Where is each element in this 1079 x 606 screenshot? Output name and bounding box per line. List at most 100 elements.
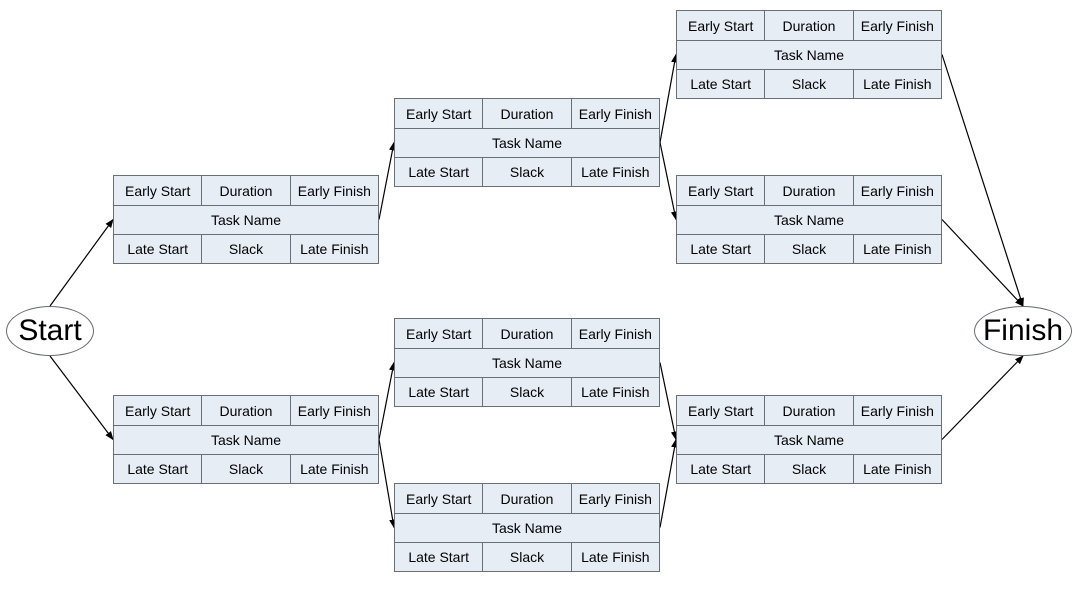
task-row-top: Early StartDurationEarly Finish bbox=[395, 484, 659, 513]
dependency-arrow bbox=[50, 220, 113, 307]
task-row-top: Early StartDurationEarly Finish bbox=[114, 176, 378, 205]
task-node: Early StartDurationEarly FinishTask Name… bbox=[113, 175, 379, 264]
start-label: Start bbox=[18, 314, 81, 348]
duration-label: Duration bbox=[764, 11, 852, 40]
slack-label: Slack bbox=[764, 235, 852, 263]
dependency-arrow bbox=[379, 363, 394, 440]
early-finish-label: Early Finish bbox=[853, 396, 941, 425]
finish-label: Finish bbox=[983, 314, 1063, 348]
slack-label: Slack bbox=[482, 543, 570, 571]
early-finish-label: Early Finish bbox=[853, 176, 941, 205]
task-row-bottom: Late StartSlackLate Finish bbox=[114, 234, 378, 263]
task-name-label: Task Name bbox=[677, 41, 941, 69]
early-finish-label: Early Finish bbox=[571, 484, 659, 513]
early-start-label: Early Start bbox=[114, 176, 201, 205]
task-row-top: Early StartDurationEarly Finish bbox=[395, 99, 659, 128]
duration-label: Duration bbox=[764, 396, 852, 425]
late-start-label: Late Start bbox=[677, 455, 764, 483]
task-row-name: Task Name bbox=[677, 425, 941, 454]
task-row-top: Early StartDurationEarly Finish bbox=[677, 176, 941, 205]
early-start-label: Early Start bbox=[395, 484, 482, 513]
late-start-label: Late Start bbox=[114, 455, 201, 483]
early-start-label: Early Start bbox=[395, 319, 482, 348]
dependency-arrow bbox=[660, 363, 676, 440]
early-finish-label: Early Finish bbox=[290, 396, 378, 425]
task-name-label: Task Name bbox=[395, 349, 659, 377]
task-row-top: Early StartDurationEarly Finish bbox=[677, 396, 941, 425]
duration-label: Duration bbox=[482, 319, 570, 348]
task-row-name: Task Name bbox=[395, 513, 659, 542]
dependency-arrow bbox=[660, 440, 676, 528]
early-finish-label: Early Finish bbox=[853, 11, 941, 40]
early-finish-label: Early Finish bbox=[571, 319, 659, 348]
late-start-label: Late Start bbox=[677, 70, 764, 98]
early-start-label: Early Start bbox=[395, 99, 482, 128]
dependency-arrow bbox=[660, 143, 676, 220]
task-node: Early StartDurationEarly FinishTask Name… bbox=[676, 10, 942, 99]
task-node: Early StartDurationEarly FinishTask Name… bbox=[676, 175, 942, 264]
task-row-bottom: Late StartSlackLate Finish bbox=[395, 157, 659, 186]
late-start-label: Late Start bbox=[395, 543, 482, 571]
slack-label: Slack bbox=[482, 378, 570, 406]
slack-label: Slack bbox=[764, 455, 852, 483]
task-name-label: Task Name bbox=[677, 206, 941, 234]
late-finish-label: Late Finish bbox=[853, 235, 941, 263]
early-start-label: Early Start bbox=[677, 396, 764, 425]
late-finish-label: Late Finish bbox=[853, 70, 941, 98]
duration-label: Duration bbox=[482, 99, 570, 128]
task-row-name: Task Name bbox=[114, 205, 378, 234]
task-name-label: Task Name bbox=[395, 129, 659, 157]
task-row-top: Early StartDurationEarly Finish bbox=[677, 11, 941, 40]
duration-label: Duration bbox=[201, 176, 289, 205]
task-name-label: Task Name bbox=[114, 426, 378, 454]
start-node: Start bbox=[6, 306, 94, 356]
task-node: Early StartDurationEarly FinishTask Name… bbox=[394, 483, 660, 572]
dependency-arrow bbox=[942, 220, 1023, 307]
slack-label: Slack bbox=[764, 70, 852, 98]
late-finish-label: Late Finish bbox=[290, 455, 378, 483]
duration-label: Duration bbox=[764, 176, 852, 205]
late-start-label: Late Start bbox=[395, 378, 482, 406]
dependency-arrow bbox=[942, 356, 1023, 440]
task-row-name: Task Name bbox=[395, 348, 659, 377]
late-start-label: Late Start bbox=[677, 235, 764, 263]
late-finish-label: Late Finish bbox=[290, 235, 378, 263]
dependency-arrow bbox=[379, 440, 394, 528]
late-start-label: Late Start bbox=[395, 158, 482, 186]
dependency-arrow bbox=[660, 55, 676, 143]
task-row-name: Task Name bbox=[395, 128, 659, 157]
task-row-bottom: Late StartSlackLate Finish bbox=[677, 69, 941, 98]
task-row-name: Task Name bbox=[114, 425, 378, 454]
task-row-name: Task Name bbox=[677, 40, 941, 69]
finish-node: Finish bbox=[974, 306, 1072, 356]
late-finish-label: Late Finish bbox=[571, 158, 659, 186]
late-start-label: Late Start bbox=[114, 235, 201, 263]
task-row-bottom: Late StartSlackLate Finish bbox=[677, 234, 941, 263]
task-row-bottom: Late StartSlackLate Finish bbox=[395, 377, 659, 406]
duration-label: Duration bbox=[482, 484, 570, 513]
early-start-label: Early Start bbox=[114, 396, 201, 425]
duration-label: Duration bbox=[201, 396, 289, 425]
task-row-bottom: Late StartSlackLate Finish bbox=[677, 454, 941, 483]
task-node: Early StartDurationEarly FinishTask Name… bbox=[394, 98, 660, 187]
late-finish-label: Late Finish bbox=[571, 378, 659, 406]
early-finish-label: Early Finish bbox=[290, 176, 378, 205]
task-row-name: Task Name bbox=[677, 205, 941, 234]
task-row-top: Early StartDurationEarly Finish bbox=[114, 396, 378, 425]
task-row-bottom: Late StartSlackLate Finish bbox=[114, 454, 378, 483]
slack-label: Slack bbox=[201, 235, 289, 263]
task-name-label: Task Name bbox=[677, 426, 941, 454]
task-node: Early StartDurationEarly FinishTask Name… bbox=[394, 318, 660, 407]
task-node: Early StartDurationEarly FinishTask Name… bbox=[676, 395, 942, 484]
late-finish-label: Late Finish bbox=[853, 455, 941, 483]
dependency-arrow bbox=[379, 143, 394, 220]
task-name-label: Task Name bbox=[114, 206, 378, 234]
dependency-arrow bbox=[50, 356, 113, 440]
early-finish-label: Early Finish bbox=[571, 99, 659, 128]
late-finish-label: Late Finish bbox=[571, 543, 659, 571]
slack-label: Slack bbox=[201, 455, 289, 483]
task-node: Early StartDurationEarly FinishTask Name… bbox=[113, 395, 379, 484]
task-row-bottom: Late StartSlackLate Finish bbox=[395, 542, 659, 571]
task-name-label: Task Name bbox=[395, 514, 659, 542]
slack-label: Slack bbox=[482, 158, 570, 186]
